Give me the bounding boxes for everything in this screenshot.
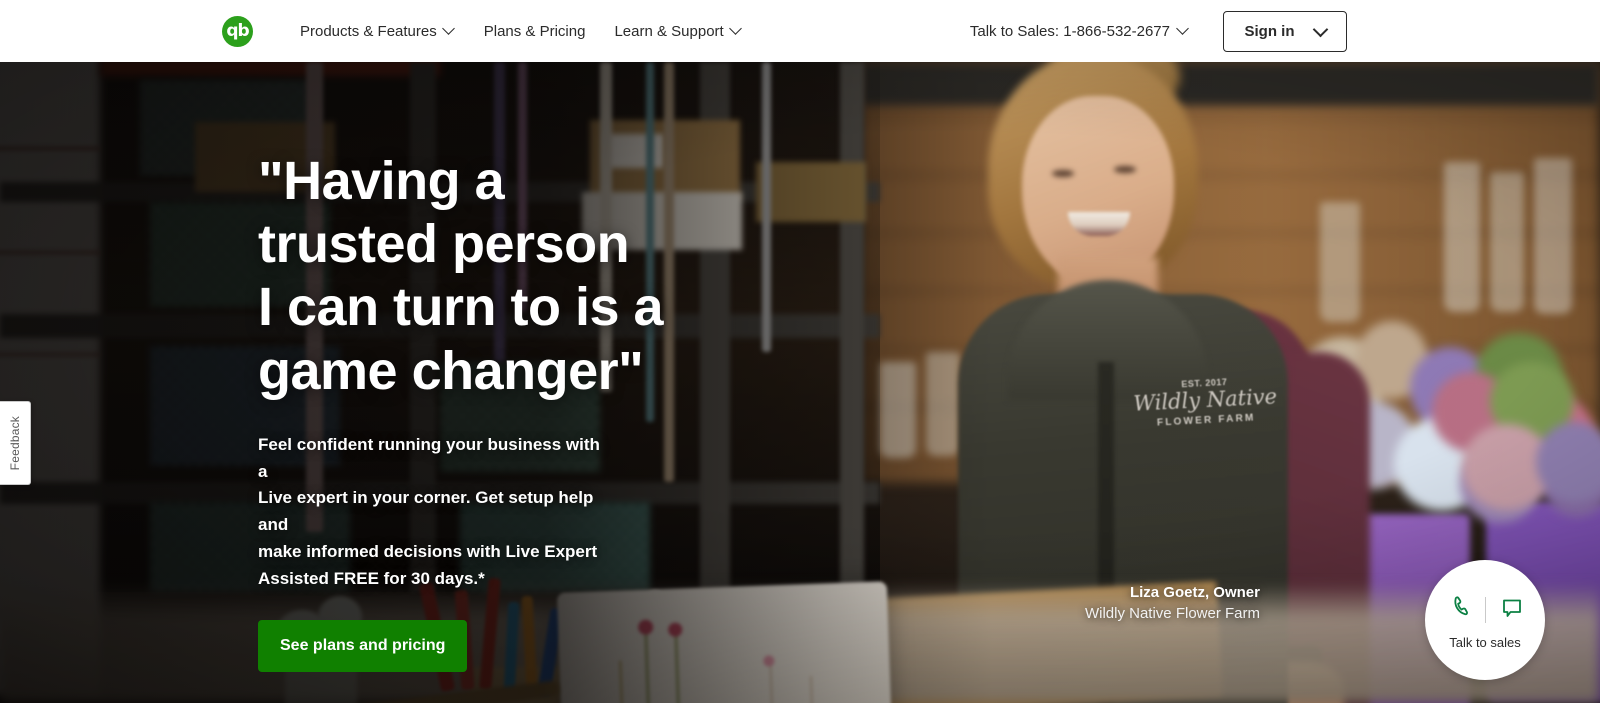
nav-item-learn-support[interactable]: Learn & Support — [614, 0, 741, 62]
talk-to-sales-icons — [1446, 595, 1525, 626]
chevron-down-icon — [731, 24, 742, 35]
chat-bubble-icon[interactable] — [1499, 595, 1525, 626]
site-header: qb Products & Features Plans & Pricing L… — [0, 0, 1600, 62]
sign-in-button[interactable]: Sign in — [1223, 10, 1347, 52]
chevron-down-icon — [444, 24, 455, 35]
talk-to-sales-label: Talk to Sales: 1-866-532-2677 — [969, 22, 1170, 40]
page-root: qb Products & Features Plans & Pricing L… — [0, 0, 1600, 703]
background-glassware — [1534, 158, 1572, 314]
page-title: "Having a trusted person I can turn to i… — [258, 151, 664, 401]
see-plans-and-pricing-button[interactable]: See plans and pricing — [258, 619, 468, 672]
nav-item-products-features[interactable]: Products & Features — [300, 0, 455, 62]
background-glassware — [1490, 172, 1524, 312]
nav-label: Learn & Support — [614, 22, 724, 40]
flower — [1536, 422, 1600, 502]
laptop-art-bud — [763, 655, 775, 667]
person-eye — [1052, 170, 1074, 177]
hero-copy-block: "Having a trusted person I can turn to i… — [258, 150, 678, 672]
background-flower-bouquet-2 — [1432, 362, 1600, 532]
talk-to-sales-widget[interactable]: Talk to sales — [1425, 560, 1545, 680]
laptop-art-stem — [809, 675, 815, 703]
phone-icon[interactable] — [1446, 595, 1472, 626]
laptop-art-stem — [769, 663, 775, 703]
background-red-strip — [100, 62, 440, 76]
hero-section: EST. 2017 Wildly Native FLOWER FARM "Hav… — [0, 62, 1600, 703]
attribution-name: Liza Goetz, Owner — [1129, 584, 1260, 601]
sign-in-label: Sign in — [1244, 22, 1295, 40]
primary-nav: Products & Features Plans & Pricing Lear… — [300, 0, 742, 62]
hero-background-photo: EST. 2017 Wildly Native FLOWER FARM — [0, 62, 1600, 703]
talk-to-sales-phone[interactable]: Talk to Sales: 1-866-532-2677 — [970, 23, 1189, 40]
background-paper-line — [0, 250, 100, 255]
quickbooks-logo-icon[interactable]: qb — [222, 16, 253, 47]
talk-to-sales-widget-label: Talk to sales — [1449, 634, 1521, 650]
quickbooks-logo-text: qb — [226, 20, 249, 41]
person-eye — [1114, 166, 1136, 173]
feedback-tab[interactable]: Feedback — [0, 401, 31, 485]
feedback-tab-label: Feedback — [8, 415, 22, 471]
hero-subcopy: Feel confident running your business wit… — [258, 434, 600, 588]
nav-item-plans-pricing[interactable]: Plans & Pricing — [484, 0, 586, 62]
background-paper-line — [0, 146, 100, 151]
testimonial-attribution: Liza Goetz, Owner Wildly Native Flower F… — [1085, 582, 1260, 624]
nav-label: Products & Features — [300, 22, 437, 40]
background-glassware — [880, 362, 916, 458]
vest-embroidery-logo: EST. 2017 Wildly Native FLOWER FARM — [1124, 374, 1288, 456]
nav-label: Plans & Pricing — [483, 22, 586, 40]
chevron-down-icon — [1178, 24, 1189, 35]
background-glassware — [1444, 162, 1480, 312]
background-shelf-upright — [840, 62, 864, 592]
background-cardboard-box — [756, 162, 866, 222]
background-ribbon — [762, 62, 771, 352]
chevron-down-icon — [1315, 24, 1326, 35]
icon-divider — [1484, 597, 1486, 623]
attribution-business: Wildly Native Flower Farm — [1084, 605, 1260, 622]
header-right-group: Talk to Sales: 1-866-532-2677 Sign in — [970, 0, 1600, 62]
background-paper-line — [0, 352, 100, 357]
